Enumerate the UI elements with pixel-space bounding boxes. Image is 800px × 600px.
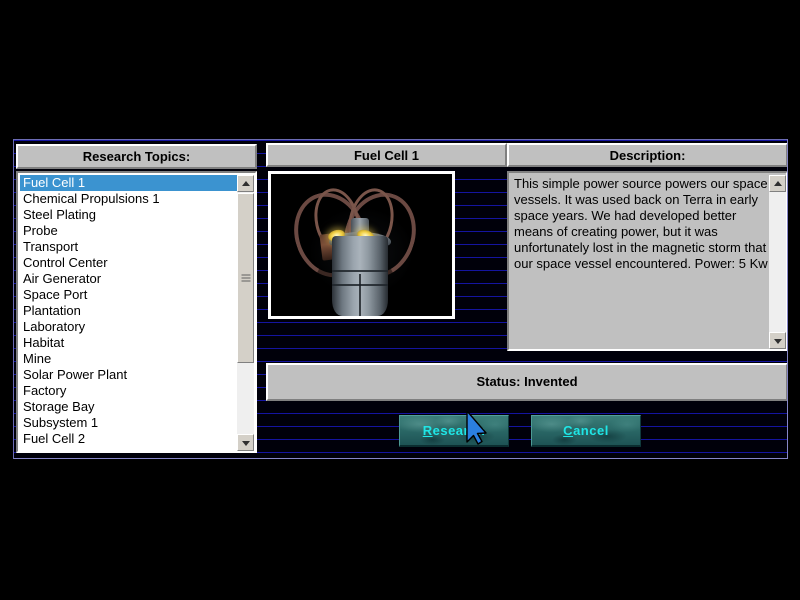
cell-band-upper — [332, 270, 388, 272]
triangle-up-icon — [241, 180, 250, 186]
list-item[interactable]: Control Center — [20, 255, 238, 271]
game-screen: Research Topics: Fuel Cell 1 Chemical Pro… — [0, 0, 800, 600]
list-item[interactable]: Mine — [20, 351, 238, 367]
description-header: Description: — [507, 143, 787, 167]
fuel-cell-1-render — [271, 174, 452, 316]
cancel-button-label: ancel — [573, 423, 609, 438]
cancel-button-accesskey: C — [563, 423, 574, 438]
list-item[interactable]: Chemical Propulsions 1 — [20, 191, 238, 207]
item-image-frame — [268, 171, 455, 319]
list-item[interactable]: Laboratory — [20, 319, 238, 335]
description-box: This simple power source powers our spac… — [507, 171, 787, 351]
topics-scrollbar-thumb[interactable] — [237, 193, 254, 363]
list-item[interactable]: Probe — [20, 223, 238, 239]
list-item[interactable]: Factory — [20, 383, 238, 399]
list-item[interactable]: Transport — [20, 239, 238, 255]
research-button-accesskey: R — [422, 423, 433, 438]
research-topics-header: Research Topics: — [16, 144, 257, 169]
list-item[interactable]: Fuel Cell 2 — [20, 431, 238, 447]
list-item[interactable]: Subsystem 1 — [20, 415, 238, 431]
description-scrollbar-track[interactable] — [769, 192, 786, 332]
list-item[interactable]: Plantation — [20, 303, 238, 319]
topics-scroll-up-button[interactable] — [237, 175, 254, 192]
status-badge: Status: Invented — [266, 363, 787, 401]
research-window: Research Topics: Fuel Cell 1 Chemical Pro… — [13, 139, 788, 459]
grip-lines-icon — [241, 274, 250, 282]
topics-scrollbar[interactable] — [237, 175, 254, 451]
list-item[interactable]: Steel Plating — [20, 207, 238, 223]
list-item[interactable]: Habitat — [20, 335, 238, 351]
item-image-header: Fuel Cell 1 — [266, 143, 507, 167]
cancel-button[interactable]: Cancel — [531, 415, 641, 447]
description-scrollbar[interactable] — [769, 175, 786, 349]
list-item[interactable]: Storage Bay — [20, 399, 238, 415]
list-item[interactable]: Air Generator — [20, 271, 238, 287]
list-item[interactable]: Solar Power Plant — [20, 367, 238, 383]
topics-scroll-down-button[interactable] — [237, 434, 254, 451]
description-scroll-down-button[interactable] — [769, 332, 786, 349]
triangle-down-icon — [241, 440, 250, 446]
research-button[interactable]: Research — [399, 415, 509, 447]
research-button-label: esearch — [432, 423, 486, 438]
list-item[interactable]: Fuel Cell 1 — [20, 175, 238, 191]
cell-seam — [359, 274, 361, 316]
description-scroll-up-button[interactable] — [769, 175, 786, 192]
description-text: This simple power source powers our spac… — [512, 175, 770, 347]
triangle-down-icon — [773, 338, 782, 344]
list-item[interactable]: Space Port — [20, 287, 238, 303]
triangle-up-icon — [773, 180, 782, 186]
research-topics-list[interactable]: Fuel Cell 1 Chemical Propulsions 1 Steel P… — [20, 175, 238, 451]
research-topics-listbox[interactable]: Fuel Cell 1 Chemical Propulsions 1 Steel P… — [16, 171, 257, 453]
